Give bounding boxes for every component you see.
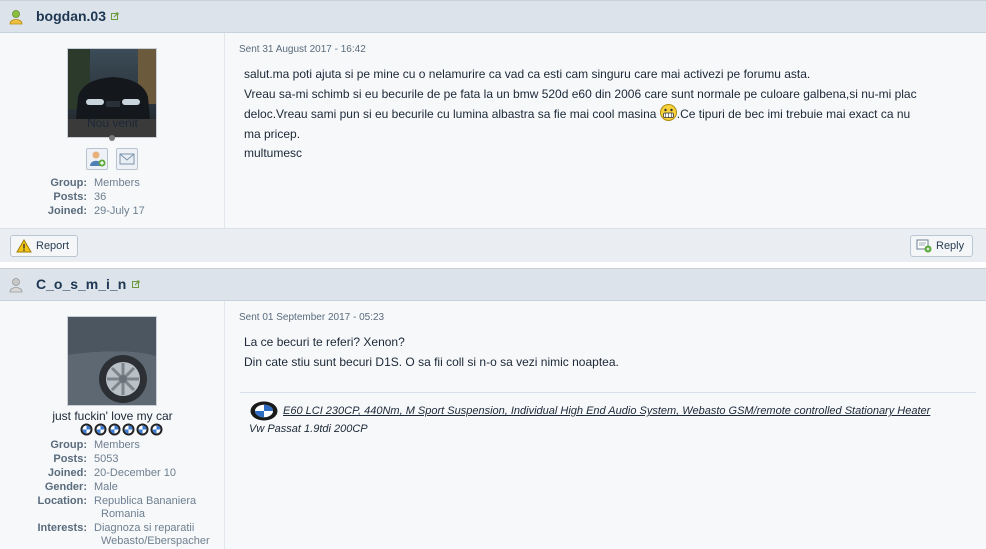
info-label: Group: [50, 177, 87, 189]
rank-pips [80, 423, 163, 436]
user-online-icon [9, 10, 23, 25]
post-body-1: Nou venit Group: Members Posts: 36 Joined:… [0, 33, 986, 228]
signature-line-2: Vw Passat 1.9tdi 200CP [249, 423, 368, 435]
member-info: Group: Members Posts: 5053 Joined: 20-Decem… [0, 438, 225, 548]
info-label: Joined: [47, 205, 87, 217]
message-line: deloc.Vreau sami pun si eu becurile cu l… [244, 104, 979, 125]
signature: E60 LCI 230CP, 440Nm, M Sport Suspension… [240, 392, 976, 435]
message-line: Vreau sa-mi schimb si eu becurile de pe … [244, 86, 917, 101]
message-line: salut.ma poti ajuta si pe mine cu o nela… [244, 67, 811, 81]
star-pip-icon [108, 423, 121, 436]
info-label: Gender: [44, 481, 87, 493]
reply-button[interactable]: Reply [910, 235, 974, 257]
add-friend-button[interactable] [86, 148, 108, 170]
post-header-1: bogdan.03 [0, 0, 986, 33]
info-value: 5053 [94, 453, 119, 465]
send-pm-button[interactable] [116, 148, 138, 170]
bmw-logo-icon [250, 401, 278, 421]
star-pip-icon [122, 423, 135, 436]
info-label: Group: [50, 439, 87, 451]
star-pip-icon [150, 423, 163, 436]
add-friend-icon [90, 151, 106, 167]
author-name[interactable]: C_o_s_m_i_n [36, 276, 126, 292]
grin-emoticon-icon [659, 104, 677, 121]
post-date: Sent 31 August 2017 - 16:42 [239, 44, 366, 55]
signature-link[interactable]: E60 LCI 230CP, 440Nm, M Sport Suspension… [283, 405, 930, 417]
rank-pip-icon [109, 135, 115, 141]
post-footer-1: Report Reply [0, 228, 986, 262]
signature-line: E60 LCI 230CP, 440Nm, M Sport Suspension… [250, 401, 930, 421]
info-value: 29-July 17 [94, 205, 145, 217]
info-label: Posts: [53, 191, 87, 203]
message-text: .Ce tipuri de bec imi trebuie mai exact … [676, 107, 911, 121]
info-value: Diagnoza si reparatii [94, 522, 195, 534]
message-text: deloc.Vreau sami pun si eu becurile cu l… [244, 107, 660, 121]
message-line: ma pricep. [244, 126, 301, 141]
post-body-2: just fuckin' love my car Group: Members P… [0, 301, 986, 549]
post-header-2: C_o_s_m_i_n [0, 268, 986, 301]
info-value: Webasto/Eberspacher [101, 535, 210, 547]
info-value: Romania [101, 508, 146, 520]
send-pm-icon [119, 153, 135, 165]
info-value: Republica Bananiera [94, 495, 197, 507]
info-label: Joined: [47, 467, 87, 479]
warning-icon [16, 239, 32, 253]
info-value: Members [94, 177, 140, 189]
message-line: La ce becuri te referi? Xenon? [244, 335, 405, 349]
post-message: La ce becuri te referi? Xenon? Din cate … [244, 333, 979, 372]
message-line: Din cate stiu sunt becuri D1S. O sa fii … [244, 354, 619, 369]
author-info-column: Nou venit Group: Members Posts: 36 Joined:… [0, 33, 225, 228]
member-rank: Nou venit [87, 116, 138, 130]
info-label: Posts: [53, 453, 87, 465]
avatar[interactable] [67, 316, 157, 406]
info-label: Interests: [37, 522, 87, 534]
message-line: multumesc [244, 146, 303, 160]
author-name[interactable]: bogdan.03 [36, 8, 106, 24]
member-rank: just fuckin' love my car [52, 409, 173, 423]
info-value: 20-December 10 [94, 467, 176, 479]
info-value: Male [94, 481, 118, 493]
reply-label: Reply [936, 240, 965, 252]
member-info: Group: Members Posts: 36 Joined: 29-July 17 [0, 176, 225, 218]
user-offline-icon [9, 278, 23, 293]
info-label: Location: [37, 495, 88, 507]
report-label: Report [36, 240, 70, 252]
author-info-column: just fuckin' love my car Group: Members P… [0, 301, 225, 549]
report-button[interactable]: Report [10, 235, 79, 257]
external-link-icon[interactable] [132, 280, 140, 288]
star-pip-icon [94, 423, 107, 436]
info-value: 36 [94, 191, 107, 203]
post-message: salut.ma poti ajuta si pe mine cu o nela… [244, 65, 979, 164]
post-date: Sent 01 September 2017 - 05:23 [239, 312, 385, 323]
info-value: Members [94, 439, 140, 451]
reply-icon [916, 239, 932, 253]
star-pip-icon [136, 423, 149, 436]
external-link-icon[interactable] [111, 12, 119, 20]
star-pip-icon [80, 423, 93, 436]
